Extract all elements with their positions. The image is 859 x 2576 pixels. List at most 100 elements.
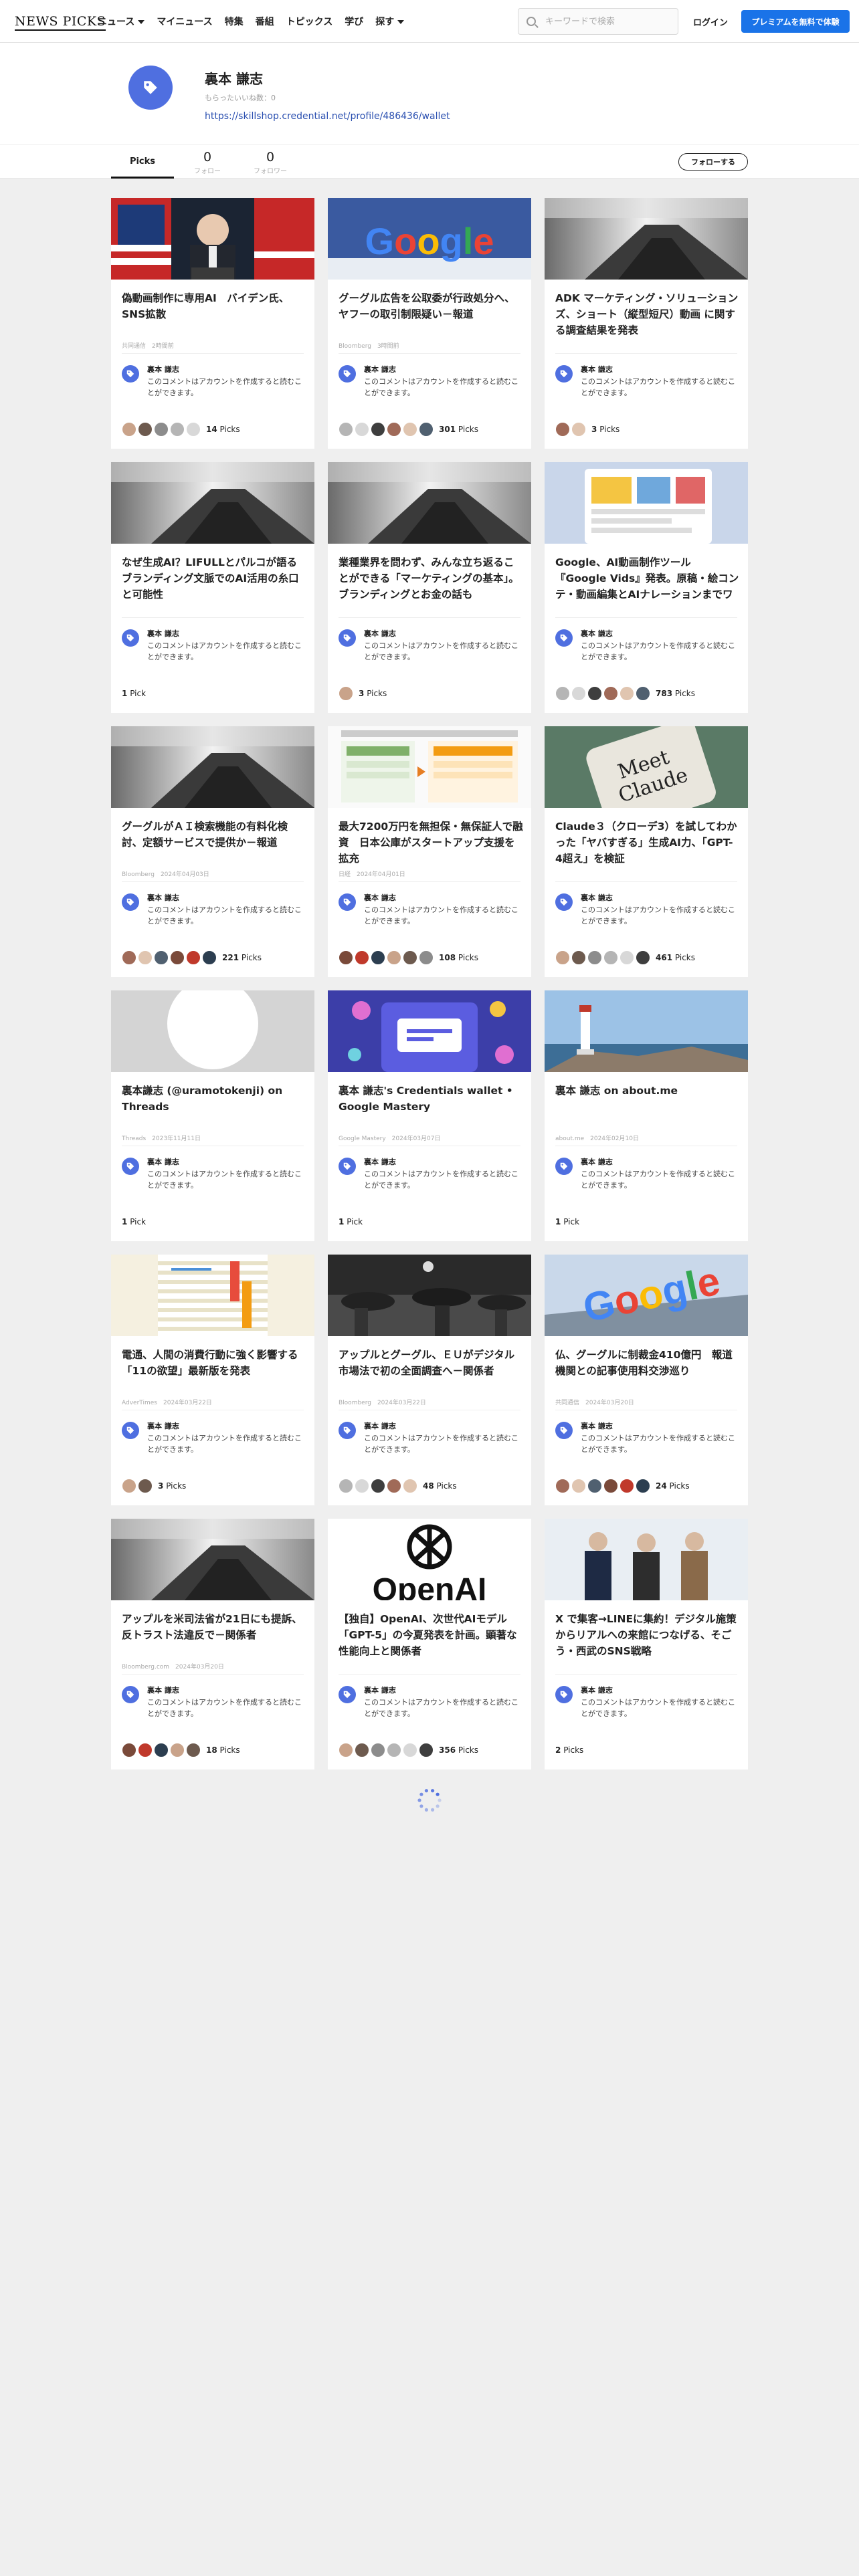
picks-row[interactable]: 301 Picks [339, 421, 478, 437]
newspicks-logo[interactable]: NEWS PICKS [15, 14, 106, 31]
pick-card[interactable]: グーグルがＡＩ検索機能の有料化検討、定額サービスで提供か－報道 Bloomberg… [111, 726, 314, 977]
commenter-name[interactable]: 裏本 謙志 [147, 628, 179, 639]
picker-avatar[interactable] [371, 422, 385, 437]
picker-avatar[interactable] [403, 950, 417, 965]
profile-link[interactable]: https://skillshop.credential.net/profile… [205, 111, 450, 122]
pick-card[interactable]: Google 仏、グーグルに制裁金410億円 報道機関との記事使用料交渉巡り 共同通… [545, 1255, 748, 1505]
picker-avatar[interactable] [202, 950, 217, 965]
article-title[interactable]: 業種業界を問わず、みんな立ち返ることができる「マーケティングの基本」。ブランディ… [339, 554, 523, 603]
picker-avatar[interactable] [154, 1743, 169, 1757]
picker-avatar[interactable] [571, 686, 586, 701]
commenter-name[interactable]: 裏本 謙志 [147, 1420, 179, 1431]
commenter-name[interactable]: 裏本 謙志 [147, 364, 179, 374]
picker-avatar[interactable] [355, 1479, 369, 1493]
pick-card[interactable]: 裏本謙志 (@uramotokenji) on Threads Threads 2… [111, 990, 314, 1241]
picker-avatar[interactable] [371, 1479, 385, 1493]
picker-avatar[interactable] [138, 950, 153, 965]
commenter-name[interactable]: 裏本 謙志 [364, 1685, 396, 1695]
picker-avatar[interactable] [339, 1479, 353, 1493]
commenter-name[interactable]: 裏本 謙志 [581, 628, 613, 639]
nav-item[interactable]: 学び [345, 15, 363, 28]
pick-card[interactable]: Meet Claude Claude３（クローデ3）を試してわかった「ヤバすぎる」生… [545, 726, 748, 977]
commenter-avatar[interactable] [339, 365, 356, 383]
article-thumbnail[interactable] [545, 462, 748, 544]
article-thumbnail[interactable]: Google [328, 198, 531, 280]
pick-card[interactable]: Google、AI動画制作ツール『Google Vids』発表。原稿・絵コンテ・… [545, 462, 748, 713]
pick-card[interactable]: 電通、人間の消費行動に強く影響する「11の欲望」最新版を発表 AdverTimes… [111, 1255, 314, 1505]
picker-avatar[interactable] [186, 422, 201, 437]
picker-avatar[interactable] [371, 950, 385, 965]
picker-avatar[interactable] [419, 950, 434, 965]
commenter-name[interactable]: 裏本 謙志 [147, 892, 179, 903]
picker-avatar[interactable] [371, 1743, 385, 1757]
picker-avatar[interactable] [587, 686, 602, 701]
article-title[interactable]: 【独自】OpenAI、次世代AIモデル「GPT-5」の今夏発表を計画。顕著な性能… [339, 1611, 523, 1659]
picker-avatar[interactable] [603, 686, 618, 701]
pick-card[interactable]: ADK マーケティング・ソリューションズ、ショート（縦型短尺）動画 に関する調査… [545, 198, 748, 449]
article-title[interactable]: なぜ生成AI？LIFULLとパルコが語るブランディング文脈でのAI活用の糸口と可… [122, 554, 306, 603]
picks-row[interactable]: 1 Pick [339, 1214, 363, 1230]
picker-avatar[interactable] [122, 1479, 136, 1493]
picker-avatar[interactable] [138, 1479, 153, 1493]
picker-avatar[interactable] [555, 686, 570, 701]
picker-avatar[interactable] [587, 950, 602, 965]
pick-card[interactable]: X で集客→LINEに集約！デジタル施策からリアルへの来館につなげる、そごう・西… [545, 1519, 748, 1769]
picker-avatar[interactable] [186, 950, 201, 965]
picker-avatar[interactable] [355, 1743, 369, 1757]
premium-trial-button[interactable]: プレミアムを無料で体験 [741, 10, 850, 33]
picker-avatar[interactable] [355, 422, 369, 437]
picker-avatar[interactable] [154, 422, 169, 437]
picks-row[interactable]: 783 Picks [555, 685, 695, 702]
picks-row[interactable]: 461 Picks [555, 950, 695, 966]
picker-avatar[interactable] [587, 1479, 602, 1493]
article-thumbnail[interactable] [328, 1255, 531, 1336]
nav-item[interactable]: 特集 [225, 15, 244, 28]
picker-avatar[interactable] [387, 950, 401, 965]
picks-row[interactable]: 24 Picks [555, 1478, 690, 1494]
picker-avatar[interactable] [555, 1479, 570, 1493]
picker-avatar[interactable] [419, 1743, 434, 1757]
picks-row[interactable]: 3 Picks [555, 421, 619, 437]
picks-row[interactable]: 14 Picks [122, 421, 240, 437]
article-thumbnail[interactable]: Meet Claude [545, 726, 748, 808]
tab-picks[interactable]: Picks [111, 145, 174, 179]
follow-button[interactable]: フォローする [678, 153, 748, 171]
picker-avatar[interactable] [154, 950, 169, 965]
article-thumbnail[interactable] [328, 462, 531, 544]
commenter-name[interactable]: 裏本 謙志 [147, 1156, 179, 1167]
picker-avatar[interactable] [387, 1479, 401, 1493]
picks-row[interactable]: 221 Picks [122, 950, 262, 966]
picker-avatar[interactable] [170, 422, 185, 437]
picker-avatar[interactable] [571, 1479, 586, 1493]
pick-card[interactable]: 偽動画制作に専用AI バイデン氏、SNS拡散 共同通信 2時間前 裏本 謙志 このコメ… [111, 198, 314, 449]
pick-card[interactable]: 最大7200万円を無担保・無保証人で融資 日本公庫がスタートアップ支援を拡充 日経… [328, 726, 531, 977]
commenter-avatar[interactable] [339, 1158, 356, 1175]
article-title[interactable]: X で集客→LINEに集約！デジタル施策からリアルへの来館につなげる、そごう・西… [555, 1611, 740, 1659]
picks-row[interactable]: 108 Picks [339, 950, 478, 966]
picker-avatar[interactable] [138, 1743, 153, 1757]
article-title[interactable]: アップルを米司法省が21日にも提訴、反トラスト法違反で－関係者 [122, 1611, 306, 1643]
commenter-name[interactable]: 裏本 謙志 [364, 892, 396, 903]
search-input[interactable] [545, 9, 672, 34]
picker-avatar[interactable] [122, 950, 136, 965]
picker-avatar[interactable] [339, 950, 353, 965]
follower-stat[interactable]: 0 フォロワー [244, 150, 297, 175]
picker-avatar[interactable] [387, 422, 401, 437]
commenter-avatar[interactable] [122, 1158, 139, 1175]
picker-avatar[interactable] [138, 422, 153, 437]
commenter-name[interactable]: 裏本 謙志 [364, 628, 396, 639]
commenter-avatar[interactable] [122, 1686, 139, 1703]
article-thumbnail[interactable] [111, 726, 314, 808]
article-title[interactable]: グーグル広告を公取委が行政処分へ、ヤフーの取引制限疑い－報道 [339, 290, 523, 322]
picker-avatar[interactable] [555, 950, 570, 965]
picks-row[interactable]: 1 Pick [555, 1214, 579, 1230]
article-thumbnail[interactable] [545, 198, 748, 280]
picker-avatar[interactable] [122, 1743, 136, 1757]
article-title[interactable]: 偽動画制作に専用AI バイデン氏、SNS拡散 [122, 290, 306, 322]
picker-avatar[interactable] [619, 950, 634, 965]
search-box[interactable] [518, 8, 678, 35]
commenter-name[interactable]: 裏本 謙志 [364, 364, 396, 374]
picker-avatar[interactable] [619, 1479, 634, 1493]
pick-card[interactable]: 裏本 謙志 on about.me about.me 2024年02月10日 裏本 … [545, 990, 748, 1241]
picker-avatar[interactable] [355, 950, 369, 965]
